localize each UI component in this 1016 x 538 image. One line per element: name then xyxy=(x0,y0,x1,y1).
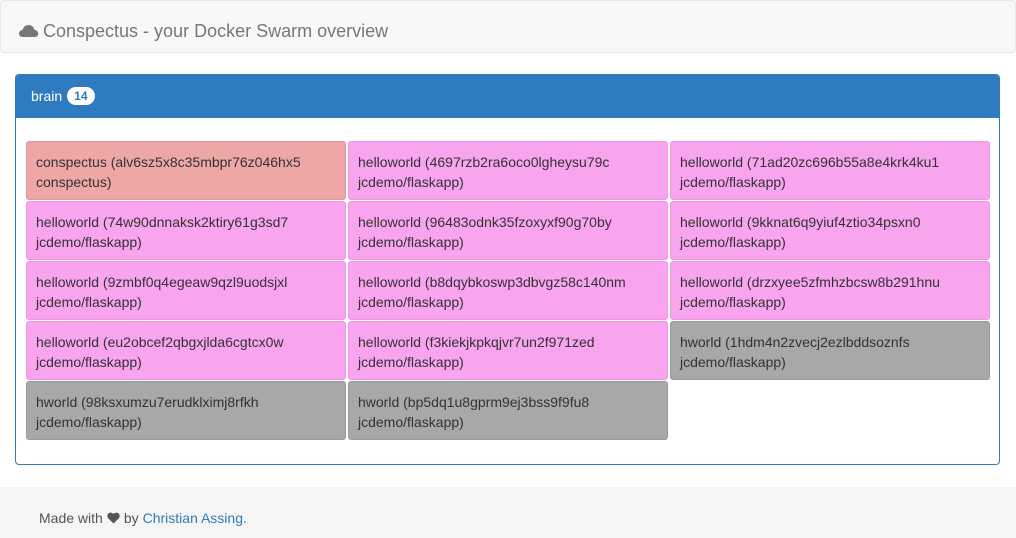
task-name: helloworld (71ad20zc696b55a8e4krk4ku1 xyxy=(680,154,940,170)
task-name: helloworld (9kknat6q9yiuf4ztio34psxn0 xyxy=(680,214,921,230)
task-card-hworld[interactable]: hworld (98ksxumzu7erudklximj8rfkh jcdemo/… xyxy=(26,381,346,440)
task-image: jcdemo/flaskapp) xyxy=(358,234,464,250)
by-text: by xyxy=(123,510,139,526)
task-name: helloworld (9zmbf0q4egeaw9qzl9uodsjxl xyxy=(36,274,288,290)
task-name: helloworld (96483odnk35fzoxyxf90g70by xyxy=(358,214,612,230)
task-image: jcdemo/flaskapp) xyxy=(36,414,142,430)
task-image: conspectus) xyxy=(36,174,112,190)
footer-text: Made with by Christian Assing. xyxy=(39,510,247,526)
task-name: hworld (bp5dq1u8gprm9ej3bss9f9fu8 xyxy=(358,394,590,410)
task-card-helloworld[interactable]: helloworld (f3kiekjkpkqjvr7un2f971zed jcd… xyxy=(348,321,668,380)
task-card-helloworld[interactable]: helloworld (96483odnk35fzoxyxf90g70by jcd… xyxy=(348,201,668,260)
task-image: jcdemo/flaskapp) xyxy=(680,294,786,310)
task-name: helloworld (4697rzb2ra6oco0lgheysu79c xyxy=(358,154,610,170)
task-card-helloworld[interactable]: helloworld (9zmbf0q4egeaw9qzl9uodsjxl jcd… xyxy=(26,261,346,320)
task-count-badge: 14 xyxy=(67,87,95,105)
task-image: jcdemo/flaskapp) xyxy=(680,354,786,370)
task-name: helloworld (74w90dnnaksk2ktiry61g3sd7 xyxy=(36,214,289,230)
task-image: jcdemo/flaskapp) xyxy=(36,354,142,370)
page-title: Conspectus - your Docker Swarm overview xyxy=(43,20,389,41)
task-image: jcdemo/flaskapp) xyxy=(36,294,142,310)
task-card-hworld[interactable]: hworld (1hdm4n2zvecj2ezlbddsoznfs jcdemo/… xyxy=(670,321,990,380)
task-card-helloworld[interactable]: helloworld (b8dqybkoswp3dbvgz58c140nm jcd… xyxy=(348,261,668,320)
task-image: jcdemo/flaskapp) xyxy=(358,354,464,370)
task-card-helloworld[interactable]: helloworld (9kknat6q9yiuf4ztio34psxn0 jcd… xyxy=(670,201,990,260)
task-card-hworld[interactable]: hworld (bp5dq1u8gprm9ej3bss9f9fu8 jcdemo/… xyxy=(348,381,668,440)
author-link[interactable]: Christian Assing. xyxy=(143,510,247,526)
task-grid: conspectus (alv6sz5x8c35mbpr76z046hx5 con… xyxy=(26,141,990,440)
task-image: jcdemo/flaskapp) xyxy=(680,234,786,250)
task-card-helloworld[interactable]: helloworld (71ad20zc696b55a8e4krk4ku1 jcd… xyxy=(670,141,990,200)
cloud-icon xyxy=(18,25,39,37)
task-name: helloworld (f3kiekjkpkqjvr7un2f971zed xyxy=(358,334,595,350)
node-name: brain xyxy=(31,88,63,104)
task-name: helloworld (b8dqybkoswp3dbvgz58c140nm xyxy=(358,274,626,290)
task-image: jcdemo/flaskapp) xyxy=(680,174,786,190)
heart-icon xyxy=(107,512,120,524)
task-card-helloworld[interactable]: helloworld (74w90dnnaksk2ktiry61g3sd7 jcd… xyxy=(26,201,346,260)
navbar: Conspectus - your Docker Swarm overview xyxy=(0,0,1016,53)
node-heading: brain 14 xyxy=(16,75,999,118)
task-image: jcdemo/flaskapp) xyxy=(36,234,142,250)
task-card-helloworld[interactable]: helloworld (eu2obcef2qbgxjlda6cgtcx0w jcd… xyxy=(26,321,346,380)
footer: Made with by Christian Assing. xyxy=(0,487,1016,538)
task-card-conspectus[interactable]: conspectus (alv6sz5x8c35mbpr76z046hx5 con… xyxy=(26,141,346,200)
task-name: hworld (1hdm4n2zvecj2ezlbddsoznfs xyxy=(680,334,910,350)
task-image: jcdemo/flaskapp) xyxy=(358,294,464,310)
task-card-helloworld[interactable]: helloworld (4697rzb2ra6oco0lgheysu79c jcd… xyxy=(348,141,668,200)
task-name: conspectus (alv6sz5x8c35mbpr76z046hx5 xyxy=(36,154,301,170)
task-name: helloworld (eu2obcef2qbgxjlda6cgtcx0w xyxy=(36,334,284,350)
task-image: jcdemo/flaskapp) xyxy=(358,414,464,430)
task-image: jcdemo/flaskapp) xyxy=(358,174,464,190)
task-name: hworld (98ksxumzu7erudklximj8rfkh xyxy=(36,394,259,410)
made-with-text: Made with xyxy=(39,510,103,526)
task-name: helloworld (drzxyee5zfmhzbcsw8b291hnu xyxy=(680,274,940,290)
brand-link[interactable]: Conspectus - your Docker Swarm overview xyxy=(18,19,388,43)
task-card-helloworld[interactable]: helloworld (drzxyee5zfmhzbcsw8b291hnu jcd… xyxy=(670,261,990,320)
